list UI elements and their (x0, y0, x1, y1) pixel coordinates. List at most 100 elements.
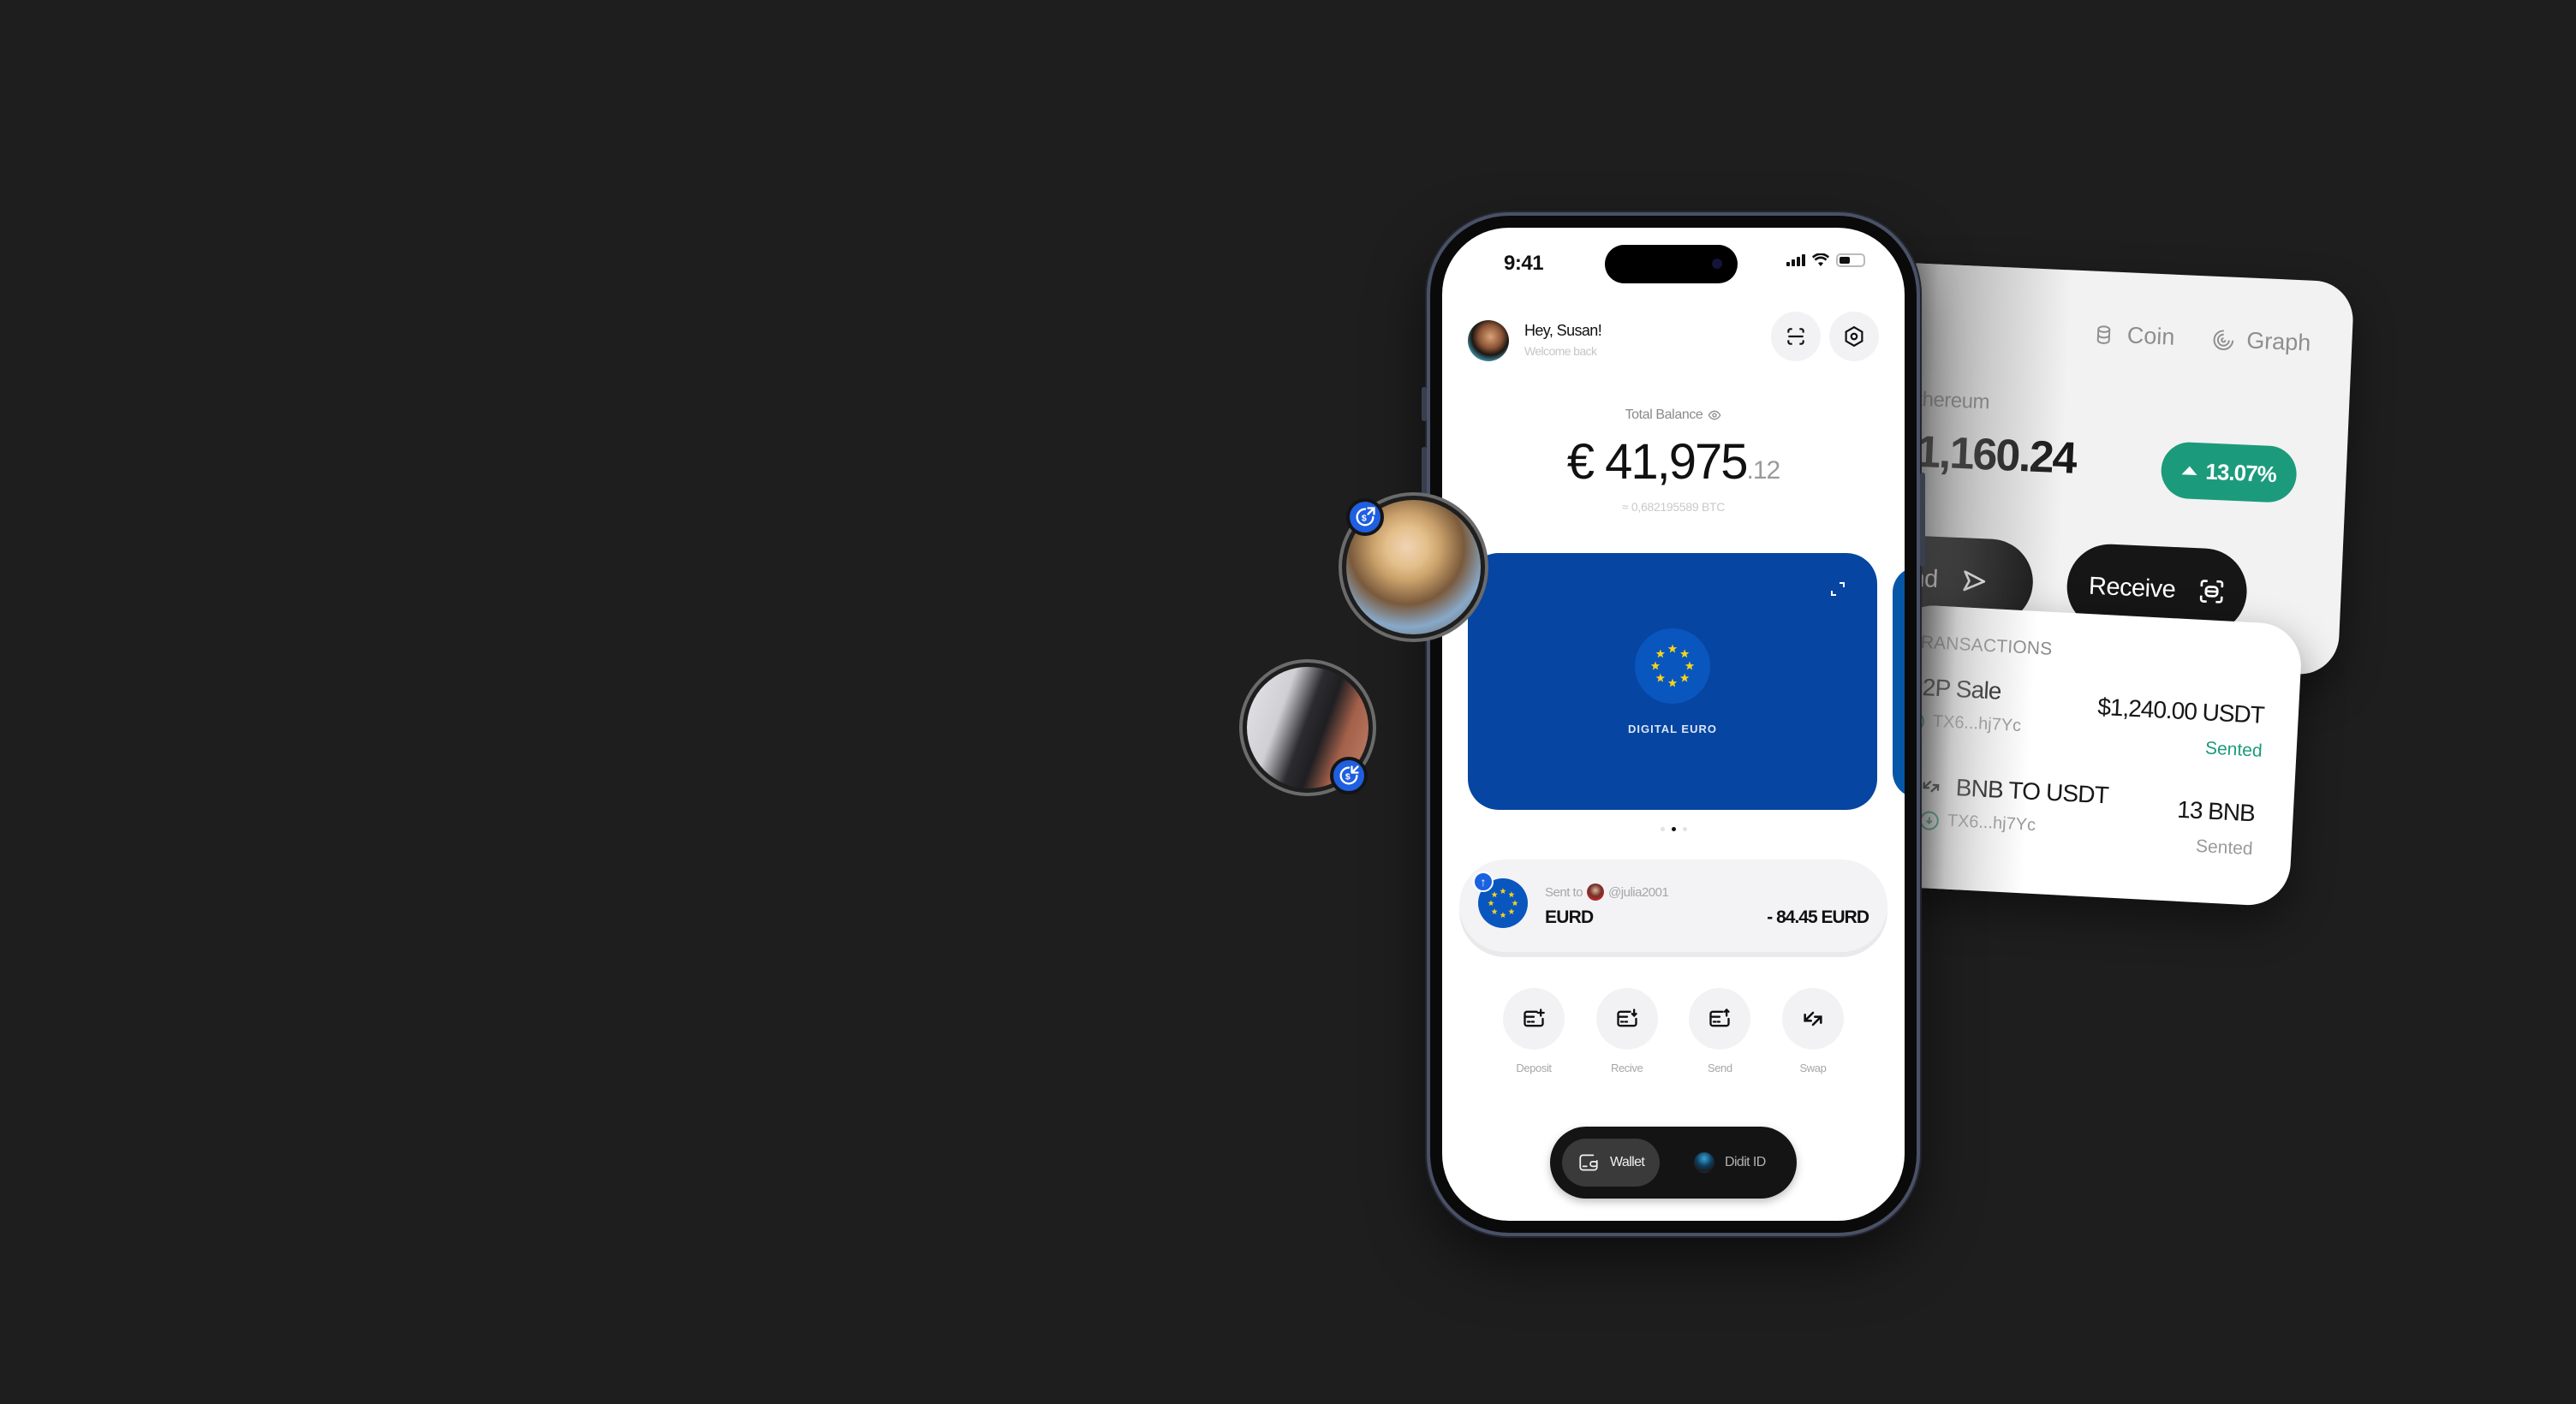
star-icon (1650, 661, 1661, 670)
star-icon (1500, 912, 1506, 919)
tab-bar: Wallet Didit ID (1550, 1127, 1797, 1199)
deposit-button[interactable] (1503, 988, 1565, 1050)
currency-symbol: € (1566, 434, 1595, 490)
action-send[interactable]: Send (1688, 988, 1751, 1074)
change-badge: 13.07% (2160, 441, 2299, 504)
carousel-dot[interactable] (1682, 827, 1687, 831)
transactions-card: TRANSACTIONS P2P Sale TX6...hj7Yc $1,240… (1877, 604, 2304, 907)
transaction-status: Sented (2204, 738, 2263, 761)
eth-tabs: Coin Graph (2092, 321, 2311, 357)
receive-label: Receive (2088, 572, 2176, 604)
star-icon (1500, 888, 1506, 895)
star-icon (1679, 649, 1690, 658)
power-button (1920, 473, 1925, 567)
action-label: Swap (1799, 1062, 1827, 1074)
btc-equivalent: ≈ 0,682195589 BTC (1621, 500, 1726, 514)
money-receive-icon: $ (1330, 757, 1368, 794)
tab-wallet[interactable]: Wallet (1562, 1139, 1661, 1187)
recipient-avatar (1587, 883, 1605, 901)
status-icons (1786, 253, 1865, 267)
star-icon (1512, 900, 1518, 907)
next-card-peek[interactable] (1893, 567, 1905, 798)
wallet-up-icon (1709, 1008, 1730, 1027)
arrow-up-icon (2181, 466, 2197, 476)
star-icon (1655, 673, 1666, 682)
balance-cents: .12 (1746, 456, 1781, 485)
wallet-icon (1579, 1154, 1598, 1171)
card-title: DIGITAL EURO (1628, 723, 1717, 735)
quick-actions: Deposit Recive Send Swap (1502, 988, 1845, 1074)
action-label: Recive (1610, 1062, 1643, 1074)
recent-transaction[interactable]: ↑ Sent to @julia2001 EURD - 84.45 EURD (1459, 860, 1887, 952)
didit-orb-icon (1694, 1152, 1714, 1173)
stage: Coin Graph Ethereum $1,160.24 13.07% Sen… (0, 0, 2576, 1404)
svg-text:$: $ (1345, 772, 1351, 782)
status-bar: 9:41 (1442, 228, 1905, 296)
star-icon (1508, 891, 1515, 898)
graph-spiral-icon (2213, 329, 2234, 350)
action-button (1422, 387, 1427, 421)
balance-main: 41,975 (1605, 434, 1748, 490)
star-icon (1685, 661, 1695, 670)
eu-stars-icon (1635, 628, 1710, 704)
star-icon (1508, 908, 1515, 914)
star-icon (1491, 891, 1498, 898)
wifi-icon (1812, 253, 1829, 266)
swap-button[interactable] (1781, 988, 1844, 1050)
digital-euro-card[interactable]: DIGITAL EURO (1468, 553, 1877, 810)
tab-coin[interactable]: Coin (2092, 321, 2175, 351)
star-icon (1679, 673, 1690, 682)
tab-graph[interactable]: Graph (2212, 326, 2311, 357)
change-value: 13.07% (2204, 458, 2277, 487)
receive-button[interactable] (1595, 988, 1658, 1050)
star-icon (1655, 649, 1666, 658)
eye-icon[interactable] (1708, 408, 1721, 422)
greeting: Hey, Susan! (1524, 322, 1602, 339)
battery-icon (1836, 253, 1865, 267)
welcome-text: Welcome back (1524, 344, 1597, 358)
expand-icon[interactable] (1829, 580, 1846, 598)
action-receive[interactable]: Recive (1595, 988, 1659, 1074)
money-send-icon: $ (1346, 498, 1384, 536)
action-label: Deposit (1516, 1062, 1552, 1074)
action-swap[interactable]: Swap (1781, 988, 1845, 1074)
camera-icon (1712, 259, 1722, 269)
arrow-up-icon: ↑ (1473, 872, 1494, 892)
coin-name: EURD (1545, 907, 1594, 927)
tab-graph-label: Graph (2245, 327, 2311, 356)
tab-didit-label: Didit ID (1725, 1155, 1766, 1169)
phone-screen: 9:41 Hey, Susan! Welcome back Total Bala… (1442, 228, 1905, 1221)
swap-icon (1804, 1011, 1822, 1026)
settings-button[interactable] (1829, 312, 1879, 361)
transaction-amount: 13 BNB (2176, 795, 2256, 827)
balance-space (1593, 434, 1605, 490)
star-icon (1667, 678, 1678, 687)
sent-to: Sent to @julia2001 (1545, 883, 1669, 901)
status-time: 9:41 (1504, 252, 1544, 275)
avatar[interactable] (1468, 320, 1509, 361)
transaction-status: Sented (2195, 836, 2254, 860)
transaction-amount: - 84.45 EURD (1767, 907, 1869, 927)
send-button[interactable] (1689, 988, 1751, 1050)
action-deposit[interactable]: Deposit (1502, 988, 1565, 1074)
star-icon (1667, 644, 1678, 653)
star-icon (1488, 900, 1494, 907)
phone-mockup: 9:41 Hey, Susan! Welcome back Total Bala… (1422, 216, 1925, 1233)
wallet-down-icon (1616, 1008, 1637, 1027)
balance-label-text: Total Balance (1625, 408, 1703, 422)
coins-icon (2097, 324, 2111, 344)
tab-didit-id[interactable]: Didit ID (1679, 1139, 1781, 1187)
tab-coin-label: Coin (2126, 322, 2176, 350)
carousel-dot[interactable] (1671, 827, 1676, 831)
dynamic-island (1605, 245, 1738, 283)
total-balance: € 41,975.12 (1442, 433, 1905, 491)
carousel-dot[interactable] (1660, 827, 1665, 831)
tab-wallet-label: Wallet (1610, 1155, 1645, 1169)
header: Hey, Susan! Welcome back (1468, 312, 1879, 368)
settings-hexagon-icon (1845, 325, 1863, 348)
svg-text:$: $ (1362, 514, 1367, 524)
sent-to-label: Sent to (1545, 884, 1583, 900)
scan-icon (2199, 580, 2223, 604)
wallet-plus-icon (1524, 1008, 1545, 1027)
scan-button[interactable] (1771, 312, 1821, 361)
